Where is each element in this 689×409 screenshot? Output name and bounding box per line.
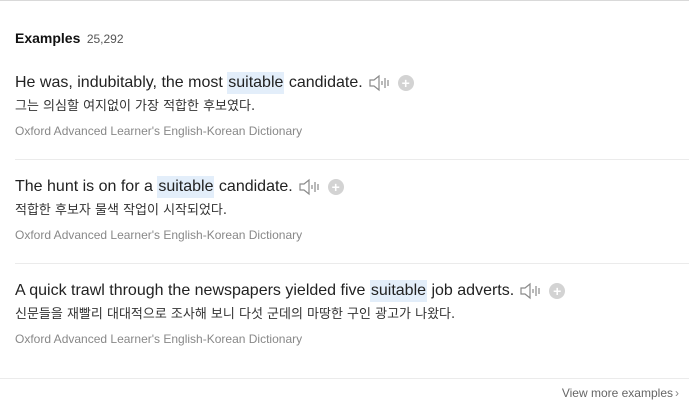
example-item: The hunt is on for a suitable candidate.… xyxy=(0,176,689,256)
row-divider xyxy=(0,378,689,379)
example-sentence: A quick trawl through the newspapers yie… xyxy=(15,280,566,302)
examples-header: Examples 25,292 xyxy=(15,30,124,48)
example-source: Oxford Advanced Learner's English-Korean… xyxy=(15,332,303,346)
top-divider xyxy=(0,0,689,1)
view-more-label: View more examples xyxy=(561,386,673,400)
speaker-icon[interactable] xyxy=(519,281,543,301)
row-divider xyxy=(15,159,689,160)
keyword-highlight: suitable xyxy=(157,176,215,198)
speaker-icon[interactable] xyxy=(368,73,392,93)
sentence-text-after: candidate. xyxy=(214,178,293,195)
add-icon[interactable]: + xyxy=(327,179,344,195)
sentence-text-before: A quick trawl through the newspapers yie… xyxy=(15,282,370,299)
sentence-text-after: job adverts. xyxy=(427,282,515,299)
example-translation: 신문들을 재빨리 대대적으로 조사해 보니 다섯 군데의 마땅한 구인 광고가 … xyxy=(15,307,456,322)
example-sentence: The hunt is on for a suitable candidate.… xyxy=(15,176,344,198)
speaker-icon[interactable] xyxy=(298,177,322,197)
chevron-right-icon: › xyxy=(675,386,679,400)
example-source: Oxford Advanced Learner's English-Korean… xyxy=(15,124,303,138)
view-more-examples-link[interactable]: View more examples › xyxy=(562,386,679,400)
keyword-highlight: suitable xyxy=(227,72,285,94)
keyword-highlight: suitable xyxy=(369,280,428,302)
example-source: Oxford Advanced Learner's English-Korean… xyxy=(15,228,303,242)
sentence-text-before: He was, indubitably, the most xyxy=(15,74,228,91)
sentence-text-before: The hunt is on for a xyxy=(15,178,158,195)
add-icon[interactable]: + xyxy=(397,75,414,91)
examples-title: Examples xyxy=(15,30,81,46)
examples-count: 25,292 xyxy=(86,32,124,46)
row-divider xyxy=(15,263,689,264)
example-translation: 그는 의심할 여지없이 가장 적합한 후보였다. xyxy=(15,99,256,114)
example-item: A quick trawl through the newspapers yie… xyxy=(0,280,689,360)
example-item: He was, indubitably, the most suitable c… xyxy=(0,72,689,152)
example-translation: 적합한 후보자 물색 작업이 시작되었다. xyxy=(15,203,228,218)
example-sentence: He was, indubitably, the most suitable c… xyxy=(15,72,414,94)
sentence-text-after: candidate. xyxy=(284,74,363,91)
add-icon[interactable]: + xyxy=(549,283,566,299)
